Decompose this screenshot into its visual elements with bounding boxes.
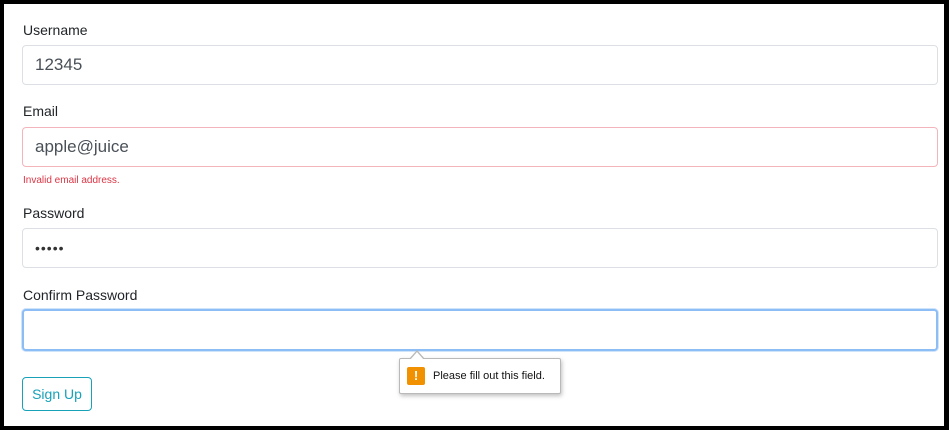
signup-form: Username 12345 Email apple@juice Invalid… xyxy=(0,0,949,430)
validation-tooltip: ! Please fill out this field. xyxy=(399,350,561,394)
sign-up-button[interactable]: Sign Up xyxy=(22,377,92,411)
password-label: Password xyxy=(23,205,85,221)
confirm-password-input[interactable] xyxy=(22,309,938,351)
password-input[interactable]: ••••• xyxy=(22,228,938,268)
email-error-message: Invalid email address. xyxy=(23,175,120,186)
warning-icon: ! xyxy=(407,367,425,385)
username-input[interactable]: 12345 xyxy=(22,45,938,85)
tooltip-arrow-fill xyxy=(410,352,424,360)
email-label: Email xyxy=(23,103,59,119)
tooltip-message: Please fill out this field. xyxy=(433,370,545,382)
confirm-password-label: Confirm Password xyxy=(23,287,138,303)
email-input[interactable]: apple@juice xyxy=(22,127,938,167)
username-label: Username xyxy=(23,22,88,38)
